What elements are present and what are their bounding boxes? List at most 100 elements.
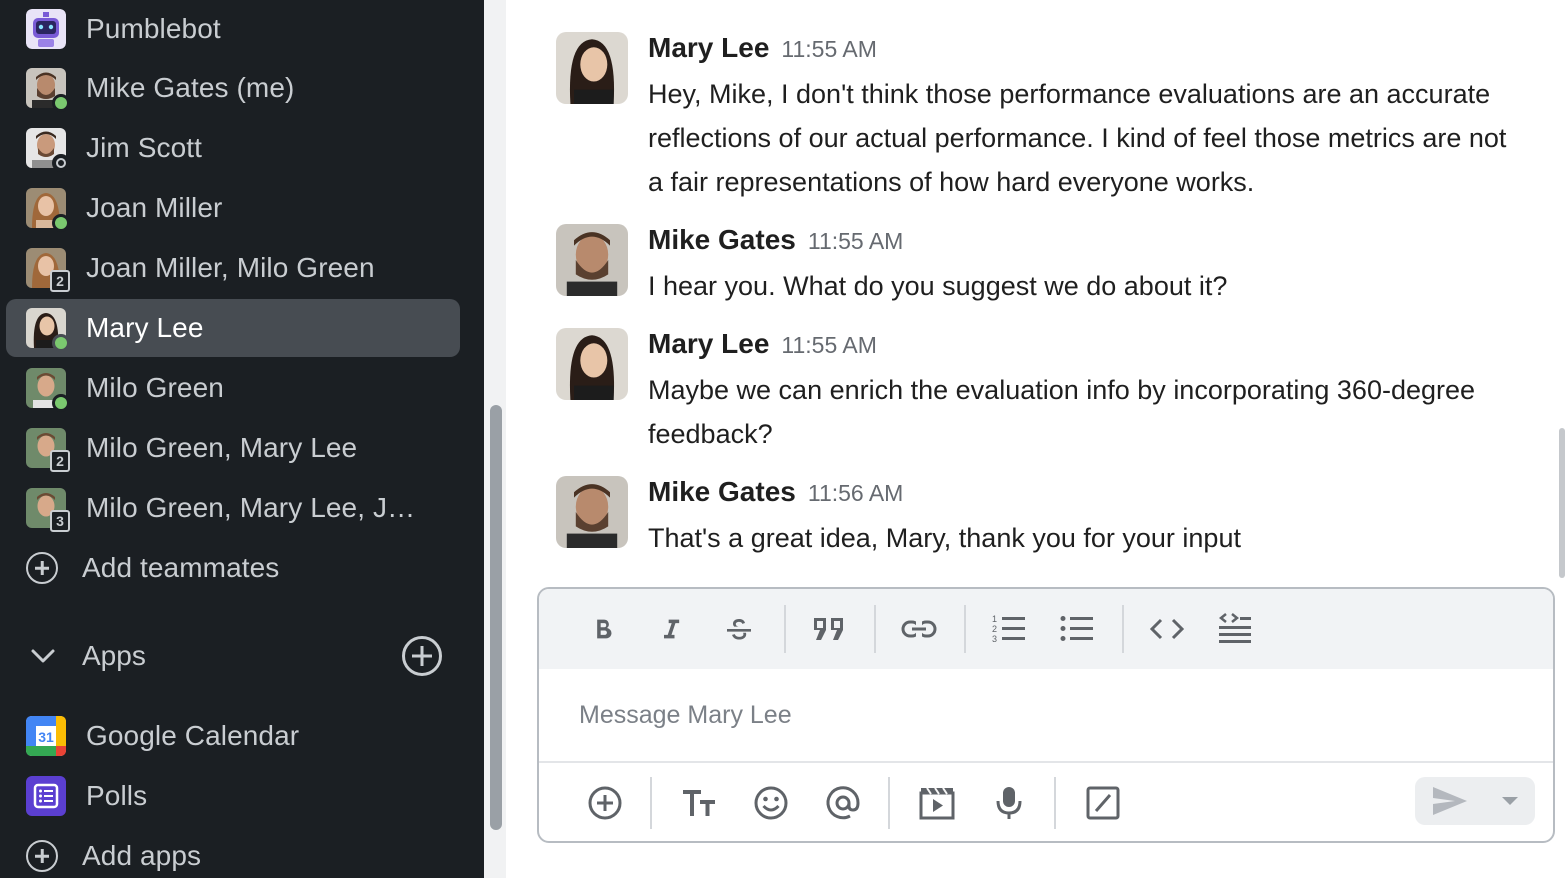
message-timestamp: 11:55 AM xyxy=(807,228,904,254)
dm-item-milo-mary-group[interactable]: 2 Milo Green, Mary Lee xyxy=(6,419,460,477)
quote-icon[interactable] xyxy=(805,607,853,651)
joan-miller-avatar xyxy=(26,188,70,232)
add-apps-button[interactable]: Add apps xyxy=(6,827,460,878)
app-item-google-calendar[interactable]: 31 Google Calendar xyxy=(6,707,460,765)
member-count-badge: 2 xyxy=(50,270,70,292)
message-author[interactable]: Mary Lee xyxy=(648,328,769,360)
dm-label: Jim Scott xyxy=(86,132,203,163)
message-author[interactable]: Mike Gates xyxy=(648,224,796,256)
bold-icon[interactable] xyxy=(579,607,627,651)
message-text: I hear you. What do you suggest we do ab… xyxy=(648,271,1228,301)
toolbar-divider xyxy=(874,605,876,653)
away-status-icon xyxy=(52,154,70,172)
mary-lee-avatar[interactable] xyxy=(556,32,628,104)
add-apps-label: Add apps xyxy=(82,840,202,871)
mary-lee-avatar[interactable] xyxy=(556,328,628,400)
dm-label: Mary Lee xyxy=(86,312,204,343)
message-text: Hey, Mike, I don't think those performan… xyxy=(648,79,1507,197)
mention-icon[interactable] xyxy=(819,779,867,827)
group-avatar: 2 xyxy=(26,248,70,292)
composer-divider xyxy=(539,761,1553,763)
send-options-icon[interactable] xyxy=(1485,777,1535,825)
code-block-icon[interactable] xyxy=(1211,607,1259,651)
sidebar: Pumblebot Mike Gates (me) Jim Scott Joan… xyxy=(0,0,484,878)
mike-gates-avatar xyxy=(26,68,70,112)
sidebar-scrollbar-thumb[interactable] xyxy=(490,405,502,830)
dm-label: Milo Green, Mary Lee xyxy=(86,432,358,463)
message: Mike Gates 11:56 AM That's a great idea,… xyxy=(556,476,1526,556)
code-icon[interactable] xyxy=(1143,607,1191,651)
dm-item-joan-milo-group[interactable]: 2 Joan Miller, Milo Green xyxy=(6,239,460,297)
dm-item-mary-lee[interactable]: Mary Lee xyxy=(6,299,460,357)
text-format-icon[interactable] xyxy=(675,779,723,827)
dm-item-milo-green[interactable]: Milo Green xyxy=(6,359,460,417)
dm-item-mike-gates[interactable]: Mike Gates (me) xyxy=(6,59,460,117)
message: Mary Lee 11:55 AM Hey, Mike, I don't thi… xyxy=(556,32,1526,202)
dm-item-joan-miller[interactable]: Joan Miller xyxy=(6,179,460,237)
composer-divider xyxy=(1054,777,1056,829)
member-count-badge: 3 xyxy=(50,510,70,532)
send-icon[interactable] xyxy=(1415,777,1485,825)
ordered-list-icon[interactable]: 123 xyxy=(985,607,1033,651)
dm-label: Pumblebot xyxy=(86,13,221,44)
message-timestamp: 11:56 AM xyxy=(807,480,904,506)
online-status-icon xyxy=(52,394,70,412)
pumblebot-avatar xyxy=(26,9,66,49)
toolbar-divider xyxy=(1122,605,1124,653)
apps-section-label: Apps xyxy=(82,640,146,671)
formatting-toolbar: 123 xyxy=(539,589,1553,669)
mike-gates-avatar[interactable] xyxy=(556,476,628,548)
online-status-icon xyxy=(52,214,70,232)
group-avatar: 3 xyxy=(26,488,70,532)
add-attachment-icon[interactable] xyxy=(581,779,629,827)
toolbar-divider xyxy=(784,605,786,653)
bulleted-list-icon[interactable] xyxy=(1053,607,1101,651)
message: Mike Gates 11:55 AM I hear you. What do … xyxy=(556,224,1526,301)
dm-label: Joan Miller xyxy=(86,192,223,223)
message-text: Maybe we can enrich the evaluation info … xyxy=(648,375,1476,449)
svg-text:1: 1 xyxy=(992,614,997,624)
emoji-icon[interactable] xyxy=(747,779,795,827)
app-item-polls[interactable]: Polls xyxy=(6,767,460,825)
plus-circle-icon xyxy=(26,552,58,584)
send-controls xyxy=(1415,777,1535,825)
toolbar-divider xyxy=(964,605,966,653)
chat-scrollbar-thumb[interactable] xyxy=(1559,428,1565,578)
message-author[interactable]: Mike Gates xyxy=(648,476,796,508)
add-teammates-button[interactable]: Add teammates xyxy=(6,539,460,597)
message-author[interactable]: Mary Lee xyxy=(648,32,769,64)
plus-circle-icon xyxy=(26,840,58,872)
message: Mary Lee 11:55 AM Maybe we can enrich th… xyxy=(556,328,1526,454)
add-app-icon[interactable] xyxy=(402,636,442,676)
microphone-icon[interactable] xyxy=(985,779,1033,827)
message-text: That's a great idea, Mary, thank you for… xyxy=(648,523,1241,553)
italic-icon[interactable] xyxy=(647,607,695,651)
link-icon[interactable] xyxy=(895,607,943,651)
svg-text:2: 2 xyxy=(992,624,997,634)
mike-gates-avatar[interactable] xyxy=(556,224,628,296)
dm-label: Joan Miller, Milo Green xyxy=(86,252,375,283)
dm-item-pumblebot[interactable]: Pumblebot xyxy=(6,0,460,58)
dm-label: Mike Gates (me) xyxy=(86,72,295,103)
dm-label: Milo Green, Mary Lee, Joa… xyxy=(86,492,426,523)
message-timestamp: 11:55 AM xyxy=(781,332,877,358)
dm-item-milo-mary-joan-group[interactable]: 3 Milo Green, Mary Lee, Joa… xyxy=(6,479,460,537)
strikethrough-icon[interactable] xyxy=(715,607,763,651)
online-status-icon xyxy=(52,94,70,112)
composer-divider xyxy=(650,777,652,829)
milo-green-avatar xyxy=(26,368,70,412)
google-calendar-icon: 31 xyxy=(26,716,66,756)
member-count-badge: 2 xyxy=(50,450,70,472)
svg-text:3: 3 xyxy=(992,634,997,644)
message-input[interactable] xyxy=(579,695,1479,735)
chevron-down-icon xyxy=(26,639,60,673)
dm-item-jim-scott[interactable]: Jim Scott xyxy=(6,119,460,177)
composer-divider xyxy=(888,777,890,829)
add-teammates-label: Add teammates xyxy=(82,552,280,583)
jim-scott-avatar xyxy=(26,128,70,172)
calendar-date-text: 31 xyxy=(38,729,54,745)
mary-lee-avatar xyxy=(26,308,70,352)
video-clip-icon[interactable] xyxy=(913,779,961,827)
apps-section-header[interactable]: Apps xyxy=(26,630,446,682)
slash-command-icon[interactable] xyxy=(1079,779,1127,827)
